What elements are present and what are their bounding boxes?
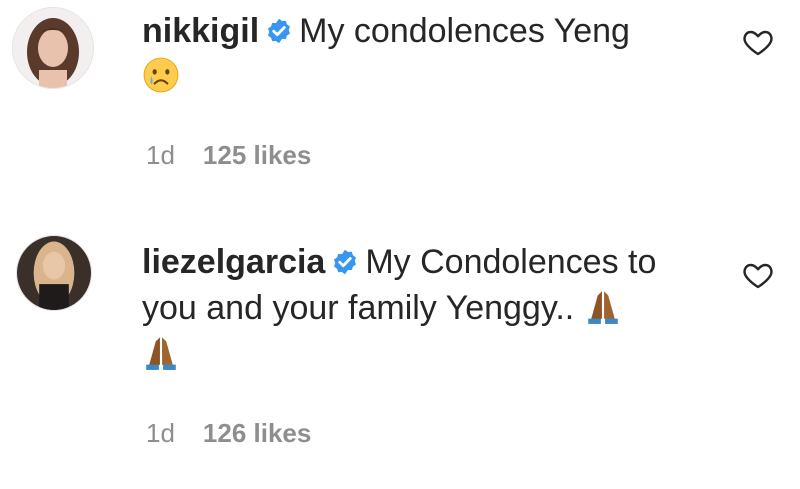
likes-count[interactable]: 125 likes: [203, 140, 311, 171]
heart-icon[interactable]: [742, 259, 774, 291]
username-link[interactable]: liezelgarcia: [142, 243, 325, 281]
comment-meta: 1d 126 likes: [146, 418, 311, 449]
likes-count[interactable]: 126 likes: [203, 418, 311, 449]
comment-time[interactable]: 1d: [146, 418, 175, 449]
comment-body: nikkigil My condolences Yeng: [142, 8, 710, 100]
avatar[interactable]: [16, 235, 92, 311]
comment-text: My condolences Yeng: [299, 12, 630, 50]
avatar-photo: [17, 236, 91, 310]
crying-face-icon: [143, 57, 179, 93]
comments-list: nikkigil My condolences Yeng 1d 125 likes: [0, 0, 800, 489]
comment-content: nikkigil My condolences Yeng: [142, 8, 710, 100]
username-link[interactable]: nikkigil: [142, 12, 259, 50]
comment-content: liezelgarcia My Condolences to you and yo…: [142, 239, 710, 377]
comment-meta: 1d 125 likes: [146, 140, 311, 171]
avatar-photo: [13, 8, 93, 88]
comment-item: nikkigil My condolences Yeng 1d 125 likes: [0, 0, 800, 210]
verified-badge-icon: [268, 18, 291, 44]
folded-hands-icon: [146, 337, 176, 370]
comment-time[interactable]: 1d: [146, 140, 175, 171]
verified-badge-icon: [334, 249, 357, 275]
heart-icon[interactable]: [742, 26, 774, 58]
comment-body: liezelgarcia My Condolences to you and yo…: [142, 239, 710, 377]
folded-hands-icon: [587, 291, 618, 324]
comment-item: liezelgarcia My Condolences to you and yo…: [0, 225, 800, 489]
avatar[interactable]: [12, 7, 94, 89]
